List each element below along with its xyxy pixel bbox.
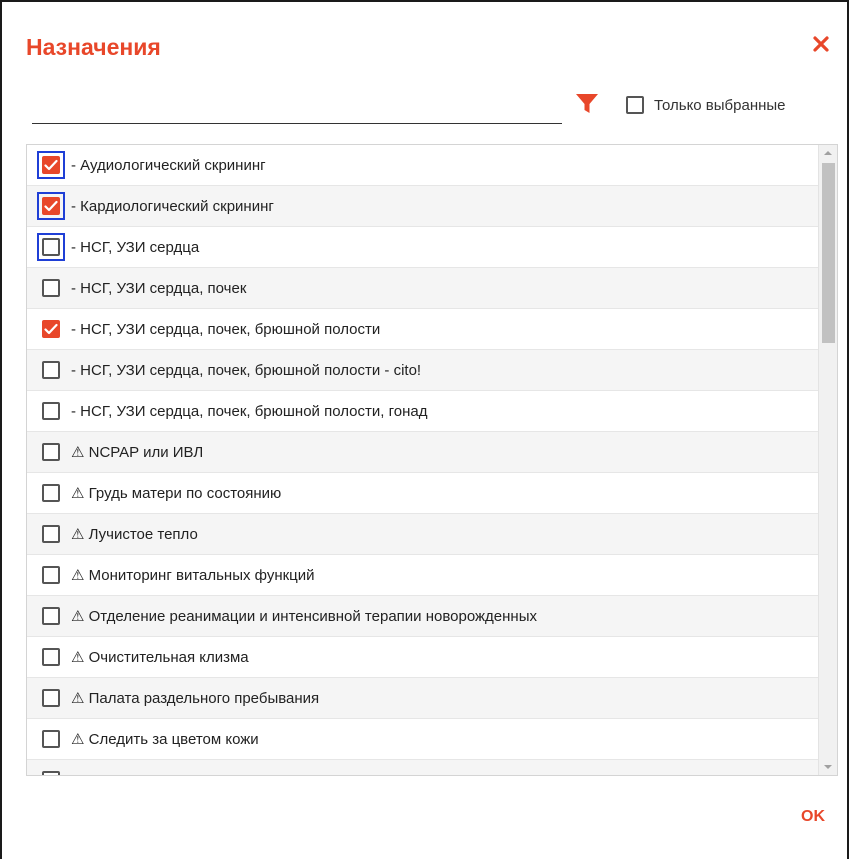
item-checkbox[interactable] xyxy=(42,320,60,338)
item-checkbox[interactable] xyxy=(42,197,60,215)
item-checkbox[interactable] xyxy=(42,484,60,502)
list-item[interactable]: ⚠ NCPAP или ИВЛ xyxy=(27,432,819,473)
item-label: ⚠ Отделение реанимации и интенсивной тер… xyxy=(71,608,537,625)
item-checkbox[interactable] xyxy=(42,525,60,543)
item-label: ⚠ Палата раздельного пребывания xyxy=(71,690,320,707)
list-item[interactable]: - Аудиологический скрининг xyxy=(27,145,819,186)
item-checkbox[interactable] xyxy=(42,238,60,256)
vertical-scrollbar[interactable] xyxy=(818,145,837,775)
item-checkbox[interactable] xyxy=(42,771,60,775)
item-label: ⚠ Лучистое тепло xyxy=(71,526,198,543)
checkbox-wrapper[interactable] xyxy=(37,684,65,712)
item-checkbox[interactable] xyxy=(42,566,60,584)
item-checkbox[interactable] xyxy=(42,730,60,748)
item-checkbox[interactable] xyxy=(42,648,60,666)
appointments-list: - Аудиологический скрининг - Кардиологиче… xyxy=(26,144,838,776)
checkbox-wrapper[interactable] xyxy=(37,438,65,466)
item-checkbox[interactable] xyxy=(42,689,60,707)
checkbox-wrapper[interactable] xyxy=(37,397,65,425)
checkmark-icon xyxy=(44,200,58,212)
item-checkbox[interactable] xyxy=(42,607,60,625)
item-checkbox[interactable] xyxy=(42,156,60,174)
checkbox-wrapper[interactable] xyxy=(37,356,65,384)
item-label: - Кардиологический скрининг xyxy=(71,197,274,215)
list-item[interactable]: - НСГ, УЗИ сердца, почек, брюшной полост… xyxy=(27,350,819,391)
list-item[interactable]: ⚠ Очистительная клизма xyxy=(27,637,819,678)
item-label: - Аудиологический скрининг xyxy=(71,156,266,174)
item-label: - НСГ, УЗИ сердца, почек, брюшной полост… xyxy=(71,361,422,379)
checkbox-wrapper[interactable] xyxy=(37,725,65,753)
item-label: ⚠ Очистительная клизма xyxy=(71,649,249,666)
checkbox-wrapper[interactable] xyxy=(37,233,65,261)
item-label: ⚠ Следить за цветом кожи xyxy=(71,731,259,748)
chevron-down-icon xyxy=(824,765,832,769)
checkbox-wrapper[interactable] xyxy=(37,192,65,220)
checkmark-icon xyxy=(44,323,58,335)
list-item[interactable]: - НСГ, УЗИ сердца, почек, брюшной полост… xyxy=(27,309,819,350)
item-checkbox[interactable] xyxy=(42,443,60,461)
scroll-down-button[interactable] xyxy=(819,759,837,775)
list-item[interactable]: ⚠ Грудь матери по состоянию xyxy=(27,473,819,514)
filter-icon xyxy=(576,94,598,113)
item-checkbox[interactable] xyxy=(42,402,60,420)
dialog-title: Назначения xyxy=(26,34,161,60)
list-item[interactable]: ⚠ Отделение реанимации и интенсивной тер… xyxy=(27,596,819,637)
checkbox-wrapper[interactable] xyxy=(37,643,65,671)
chevron-up-icon xyxy=(824,151,832,155)
item-label: ⚠ Мониторинг витальных функций xyxy=(71,567,315,584)
only-selected-checkbox[interactable] xyxy=(626,96,644,114)
ok-button[interactable]: OK xyxy=(797,804,829,830)
checkbox-wrapper[interactable] xyxy=(37,151,65,179)
checkbox-wrapper[interactable] xyxy=(37,520,65,548)
list-items: - Аудиологический скрининг - Кардиологиче… xyxy=(27,145,819,775)
item-checkbox[interactable] xyxy=(42,279,60,297)
checkbox-wrapper[interactable] xyxy=(37,479,65,507)
checkmark-icon xyxy=(44,159,58,171)
checkbox-wrapper[interactable] xyxy=(37,274,65,302)
filter-button[interactable] xyxy=(575,93,599,115)
checkbox-wrapper[interactable] xyxy=(37,315,65,343)
item-label: - НСГ, УЗИ сердца, почек, брюшной полост… xyxy=(71,320,381,338)
list-item[interactable]: - Кардиологический скрининг xyxy=(27,186,819,227)
scroll-up-button[interactable] xyxy=(819,145,837,161)
list-item[interactable]: ⚠ Палата раздельного пребывания xyxy=(27,678,819,719)
close-icon xyxy=(813,36,829,52)
checkbox-wrapper[interactable] xyxy=(37,561,65,589)
item-checkbox[interactable] xyxy=(42,361,60,379)
only-selected-toggle[interactable]: Только выбранные xyxy=(626,96,786,114)
list-item[interactable]: ⚠ Лучистое тепло xyxy=(27,514,819,555)
list-item[interactable]: - НСГ, УЗИ сердца, почек, брюшной полост… xyxy=(27,391,819,432)
checkbox-wrapper[interactable] xyxy=(37,766,65,775)
search-input[interactable] xyxy=(32,90,562,124)
item-label: ⚠ NCPAP или ИВЛ xyxy=(71,444,204,461)
list-item[interactable]: - НСГ, УЗИ сердца, почек xyxy=(27,268,819,309)
item-label: ⚠ Грудь матери по состоянию xyxy=(71,485,282,502)
list-item[interactable]: ⚠ Мониторинг витальных функций xyxy=(27,555,819,596)
close-button[interactable] xyxy=(811,34,831,54)
checkbox-wrapper[interactable] xyxy=(37,602,65,630)
only-selected-label: Только выбранные xyxy=(654,96,786,114)
list-item[interactable]: - НСГ, УЗИ сердца xyxy=(27,227,819,268)
item-label: - НСГ, УЗИ сердца xyxy=(71,238,200,256)
scroll-thumb[interactable] xyxy=(822,163,835,343)
list-item[interactable]: ⚠ Следить за цветом кожи xyxy=(27,719,819,760)
item-label: - НСГ, УЗИ сердца, почек xyxy=(71,279,247,297)
appointments-dialog: Назначения Только выбранные - Аудиологич… xyxy=(0,0,849,859)
item-label: - НСГ, УЗИ сердца, почек, брюшной полост… xyxy=(71,402,428,420)
list-item[interactable] xyxy=(27,760,819,775)
